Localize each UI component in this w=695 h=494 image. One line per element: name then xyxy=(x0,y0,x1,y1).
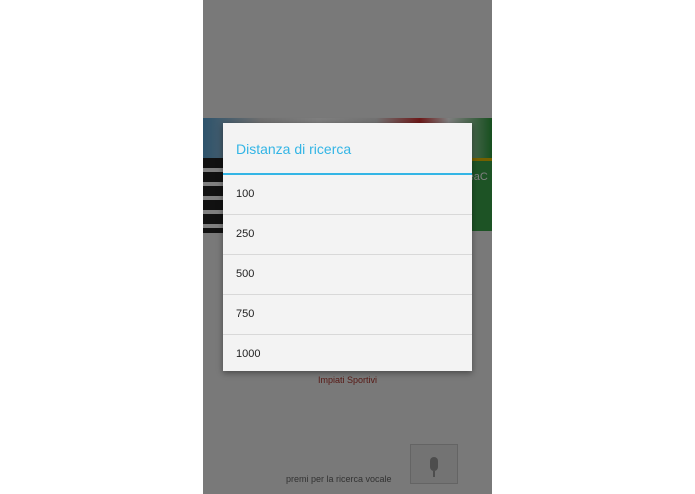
distance-dialog: Distanza di ricerca 100 250 500 750 1000 xyxy=(223,123,472,371)
distance-option-750[interactable]: 750 xyxy=(223,295,472,335)
distance-option-100[interactable]: 100 xyxy=(223,175,472,215)
distance-option-1000[interactable]: 1000 xyxy=(223,335,472,374)
distance-option-500[interactable]: 500 xyxy=(223,255,472,295)
dialog-title: Distanza di ricerca xyxy=(223,123,472,175)
distance-option-250[interactable]: 250 xyxy=(223,215,472,255)
